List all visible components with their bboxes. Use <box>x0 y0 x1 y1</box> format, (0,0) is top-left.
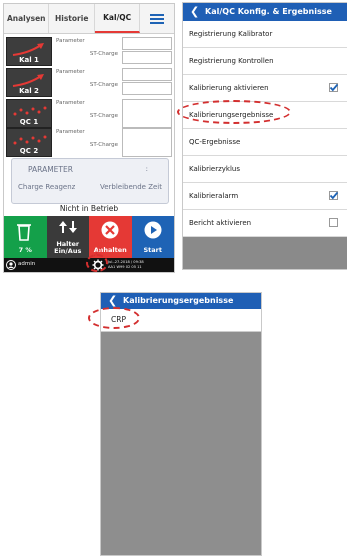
slot-parameter: Parameter <box>56 129 85 135</box>
highlight-calibration-results <box>177 100 291 124</box>
halter-button[interactable]: Halter Ein/Aus <box>46 216 89 258</box>
checkbox-checked[interactable] <box>329 83 338 92</box>
tab-analysen[interactable]: Analysen <box>4 4 50 33</box>
calibration-results-panel: ❮ Kalibrierungsergebnisse CRP <box>100 292 262 556</box>
qc-scatter-icon <box>13 135 47 145</box>
waste-button[interactable]: 7 % <box>4 216 47 258</box>
slot-parameter: Parameter <box>56 38 85 44</box>
slot-value-box <box>122 128 172 157</box>
highlight-pointer <box>93 247 102 257</box>
checkbox-unchecked[interactable] <box>329 218 338 227</box>
kal-2-icon: Kal 2 <box>6 68 52 97</box>
config-results-panel: ❮ Kal/QC Konfig. & Ergebnisse Registrier… <box>182 2 347 270</box>
info-parameter-label: PARAMETER <box>28 165 73 174</box>
close-circle-icon <box>101 221 119 239</box>
menu-item[interactable]: Registrierung Kalibrator <box>183 21 347 48</box>
slot-label: Kal 1 <box>19 56 39 64</box>
action-bar: 7 % Halter Ein/Aus Anhalten Start <box>4 216 174 258</box>
slot-value-box <box>122 99 172 128</box>
info-reagent-label: Charge Reagenz <box>18 183 76 191</box>
slot-charge: ST-Charge <box>89 142 118 148</box>
play-circle-icon <box>144 221 161 239</box>
slot-charge: ST-Charge <box>89 51 118 57</box>
device-status: Nicht in Betrieb <box>59 204 119 213</box>
slot-parameter-box <box>122 37 172 50</box>
slot-charge: ST-Charge <box>89 82 118 88</box>
menu-item[interactable]: QC-Ergebnisse <box>183 129 347 156</box>
parameter-info-box: PARAMETER : Charge Reagenz Verbleibende … <box>11 158 169 204</box>
checkbox-checked[interactable] <box>329 191 338 200</box>
menu-item[interactable]: Kalibrierzyklus <box>183 156 347 183</box>
slot-qc-1[interactable]: QC 1 Parameter ST-Charge <box>6 99 172 128</box>
user-icon <box>6 260 16 270</box>
status-serial: AA1 W99 02 05 11 <box>108 264 142 269</box>
menu-item[interactable]: Kalibrieralarm <box>183 183 347 210</box>
slot-charge: ST-Charge <box>89 113 118 119</box>
empty-area <box>183 237 347 269</box>
panel-header: ❮ Kal/QC Konfig. & Ergebnisse <box>183 3 347 21</box>
slot-charge-box <box>122 82 172 95</box>
slot-charge-box <box>122 51 172 64</box>
highlight-crp <box>88 307 140 329</box>
qc-scatter-icon <box>13 106 47 116</box>
kal-1-icon: Kal 1 <box>6 37 52 66</box>
menu-item-label: Kalibrierzyklus <box>189 165 240 173</box>
chevron-left-icon[interactable]: ❮ <box>190 5 199 18</box>
slot-label: QC 2 <box>19 147 39 155</box>
start-button[interactable]: Start <box>131 216 174 258</box>
info-colon: : <box>145 165 148 173</box>
halter-label-2: Ein/Aus <box>54 247 82 255</box>
chevron-left-icon[interactable]: ❮ <box>108 294 117 307</box>
panel-title: Kal/QC Konfig. & Ergebnisse <box>205 7 332 16</box>
user-name: admin <box>18 261 36 267</box>
menu-item[interactable]: Bericht aktivieren <box>183 210 347 237</box>
start-label: Start <box>143 246 163 254</box>
menu-item-label: Kalibrieralarm <box>189 192 239 200</box>
slot-parameter: Parameter <box>56 69 85 75</box>
info-remaining-label: Verbleibende Zeit <box>99 183 162 191</box>
up-down-arrows-icon <box>58 221 77 233</box>
menu-button[interactable] <box>140 4 174 33</box>
panel-header: ❮ Kalibrierungsergebnisse <box>101 293 261 309</box>
slot-kal-1[interactable]: Kal 1 Parameter ST-Charge <box>6 37 172 66</box>
slot-qc-2[interactable]: QC 2 Parameter ST-Charge <box>6 128 172 157</box>
main-screen-panel: Analysen Historie Kal/QC Kal 1 Parameter… <box>3 3 175 273</box>
menu-item[interactable]: Kalibrierung aktivieren <box>183 75 347 102</box>
slot-parameter-box <box>122 68 172 81</box>
tab-historie[interactable]: Historie <box>49 4 95 33</box>
slot-label: QC 1 <box>19 118 39 126</box>
slot-label: Kal 2 <box>19 87 39 95</box>
status-date: Jul.-27-2018 / 09:38 <box>108 260 144 264</box>
panel-title: Kalibrierungsergebnisse <box>123 296 234 305</box>
menu-item-label: Bericht aktivieren <box>189 219 252 227</box>
qc-1-icon: QC 1 <box>6 99 52 128</box>
waste-bin-icon <box>17 224 31 241</box>
tab-bar: Analysen Historie Kal/QC <box>4 4 174 34</box>
menu-item-label: QC-Ergebnisse <box>189 138 241 146</box>
menu-item-label: Registrierung Kalibrator <box>189 30 273 38</box>
tab-kal-qc[interactable]: Kal/QC <box>94 4 141 33</box>
waste-percent: 7 % <box>18 246 32 254</box>
slot-kal-2[interactable]: Kal 2 Parameter ST-Charge <box>6 68 172 97</box>
menu-item-label: Registrierung Kontrollen <box>189 57 274 65</box>
menu-item-label: Kalibrierung aktivieren <box>189 84 269 92</box>
calibration-curve-icon <box>12 74 44 87</box>
slot-parameter: Parameter <box>56 100 85 106</box>
menu-item[interactable]: Registrierung Kontrollen <box>183 48 347 75</box>
calibration-curve-icon <box>12 43 44 56</box>
qc-2-icon: QC 2 <box>6 128 52 157</box>
hamburger-menu-icon <box>150 13 165 24</box>
